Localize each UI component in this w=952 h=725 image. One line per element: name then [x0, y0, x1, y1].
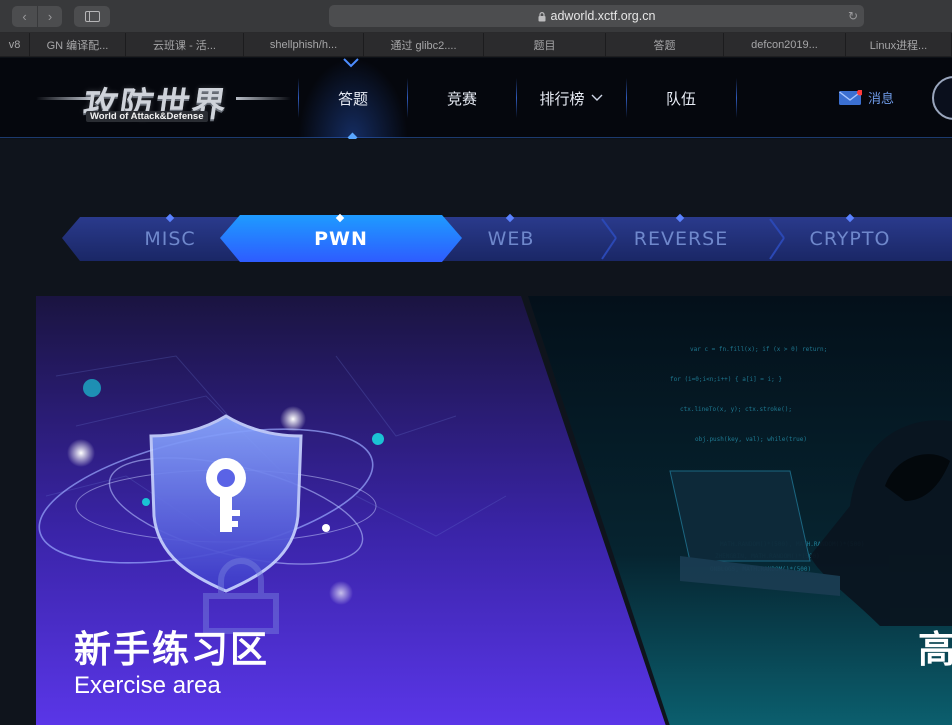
category-tab-reverse[interactable]: REVERSE [611, 216, 751, 262]
advanced-area-title: 高 [918, 629, 952, 670]
browser-tab[interactable]: Linux进程... [846, 33, 952, 57]
site-logo[interactable]: 攻防世界 World of Attack&Defense [36, 75, 291, 125]
browser-tabs: v8 GN 编译配... 云班课 - 活... shellphish/h... 通过 g… [0, 33, 952, 57]
sidebar-toggle-button[interactable] [74, 6, 110, 27]
browser-tab[interactable]: v8 [0, 33, 30, 57]
nav-leaderboard-label: 排行榜 [539, 90, 585, 108]
category-tab-label: WEB [487, 228, 535, 250]
nav-answer[interactable]: 答题 [298, 58, 408, 138]
nav-answer-label: 答题 [337, 90, 368, 108]
address-bar[interactable]: adworld.xctf.org.cn ↻ [329, 5, 864, 27]
forward-button[interactable]: › [37, 6, 62, 27]
browser-tab[interactable]: GN 编译配... [30, 33, 126, 57]
nav-separator [736, 78, 737, 118]
chevron-left-icon: ‹ [22, 9, 27, 24]
exercise-area-title: 新手练习区 [74, 629, 269, 670]
category-tab-label: MISC [144, 228, 196, 250]
category-tab-pwn[interactable]: PWN [281, 216, 401, 262]
svg-text:ctx.lineTo(x, y); ctx.stroke(): ctx.lineTo(x, y); ctx.stroke(); [680, 406, 792, 413]
url-text: adworld.xctf.org.cn [550, 9, 656, 23]
browser-tab[interactable]: 云班课 - 活... [126, 33, 244, 57]
back-button[interactable]: ‹ [12, 6, 37, 27]
nav-team-label: 队伍 [665, 90, 696, 108]
svg-text:obj.push(key, val); while(true: obj.push(key, val); while(true) [695, 436, 807, 443]
category-tab-label: REVERSE [633, 228, 729, 250]
browser-tab[interactable]: 通过 glibc2.... [364, 33, 484, 57]
logo-wing-right [236, 97, 291, 100]
lock-icon [538, 12, 546, 22]
category-tab-crypto[interactable]: CRYPTO [790, 216, 910, 262]
category-tab-misc[interactable]: MISC [110, 216, 230, 262]
chevron-down-icon [591, 94, 602, 101]
mail-icon [839, 89, 862, 105]
main-content: MISC PWN WEB REVERSE CRYPTO var c = fn.f… [0, 139, 952, 725]
exercise-area-subtitle: Exercise area [74, 672, 221, 699]
category-tab-label: PWN [314, 228, 368, 250]
user-avatar[interactable] [932, 76, 952, 120]
reload-icon[interactable]: ↻ [848, 9, 858, 23]
history-buttons: ‹ › [12, 6, 62, 27]
svg-text:for (i=0;i<n;i++) { a[i] = i;: for (i=0;i<n;i++) { a[i] = i; } [670, 376, 782, 383]
messages-link[interactable]: 消息 [838, 88, 894, 107]
messages-label: 消息 [868, 91, 895, 106]
nav-team[interactable]: 队伍 [626, 58, 736, 138]
nav-leaderboard[interactable]: 排行榜 [516, 58, 626, 138]
logo-subtitle: World of Attack&Defense [86, 111, 208, 122]
nav-competition-label: 竞赛 [446, 90, 477, 108]
site-header: 攻防世界 World of Attack&Defense 答题 竞赛 排行榜 队… [0, 58, 952, 143]
browser-tab[interactable]: 题目 [484, 33, 606, 57]
browser-tab[interactable]: defcon2019... [724, 33, 846, 57]
browser-tab[interactable]: 答题 [606, 33, 724, 57]
nav-competition[interactable]: 竞赛 [407, 58, 517, 138]
logo-wing-left [36, 97, 91, 100]
svg-text:var c = fn.fill(x); if (x > 0): var c = fn.fill(x); if (x > 0) return; [690, 346, 827, 353]
advanced-area-card[interactable]: var c = fn.fill(x); if (x > 0) return; f… [520, 296, 952, 725]
sidebar-icon [84, 11, 100, 22]
chevron-right-icon: › [47, 9, 53, 24]
category-tab-label: CRYPTO [809, 228, 891, 250]
browser-toolbar: ‹ › adworld.xctf.org.cn ↻ [0, 0, 952, 33]
browser-tab[interactable]: shellphish/h... [244, 33, 364, 57]
category-tab-web[interactable]: WEB [451, 216, 571, 262]
